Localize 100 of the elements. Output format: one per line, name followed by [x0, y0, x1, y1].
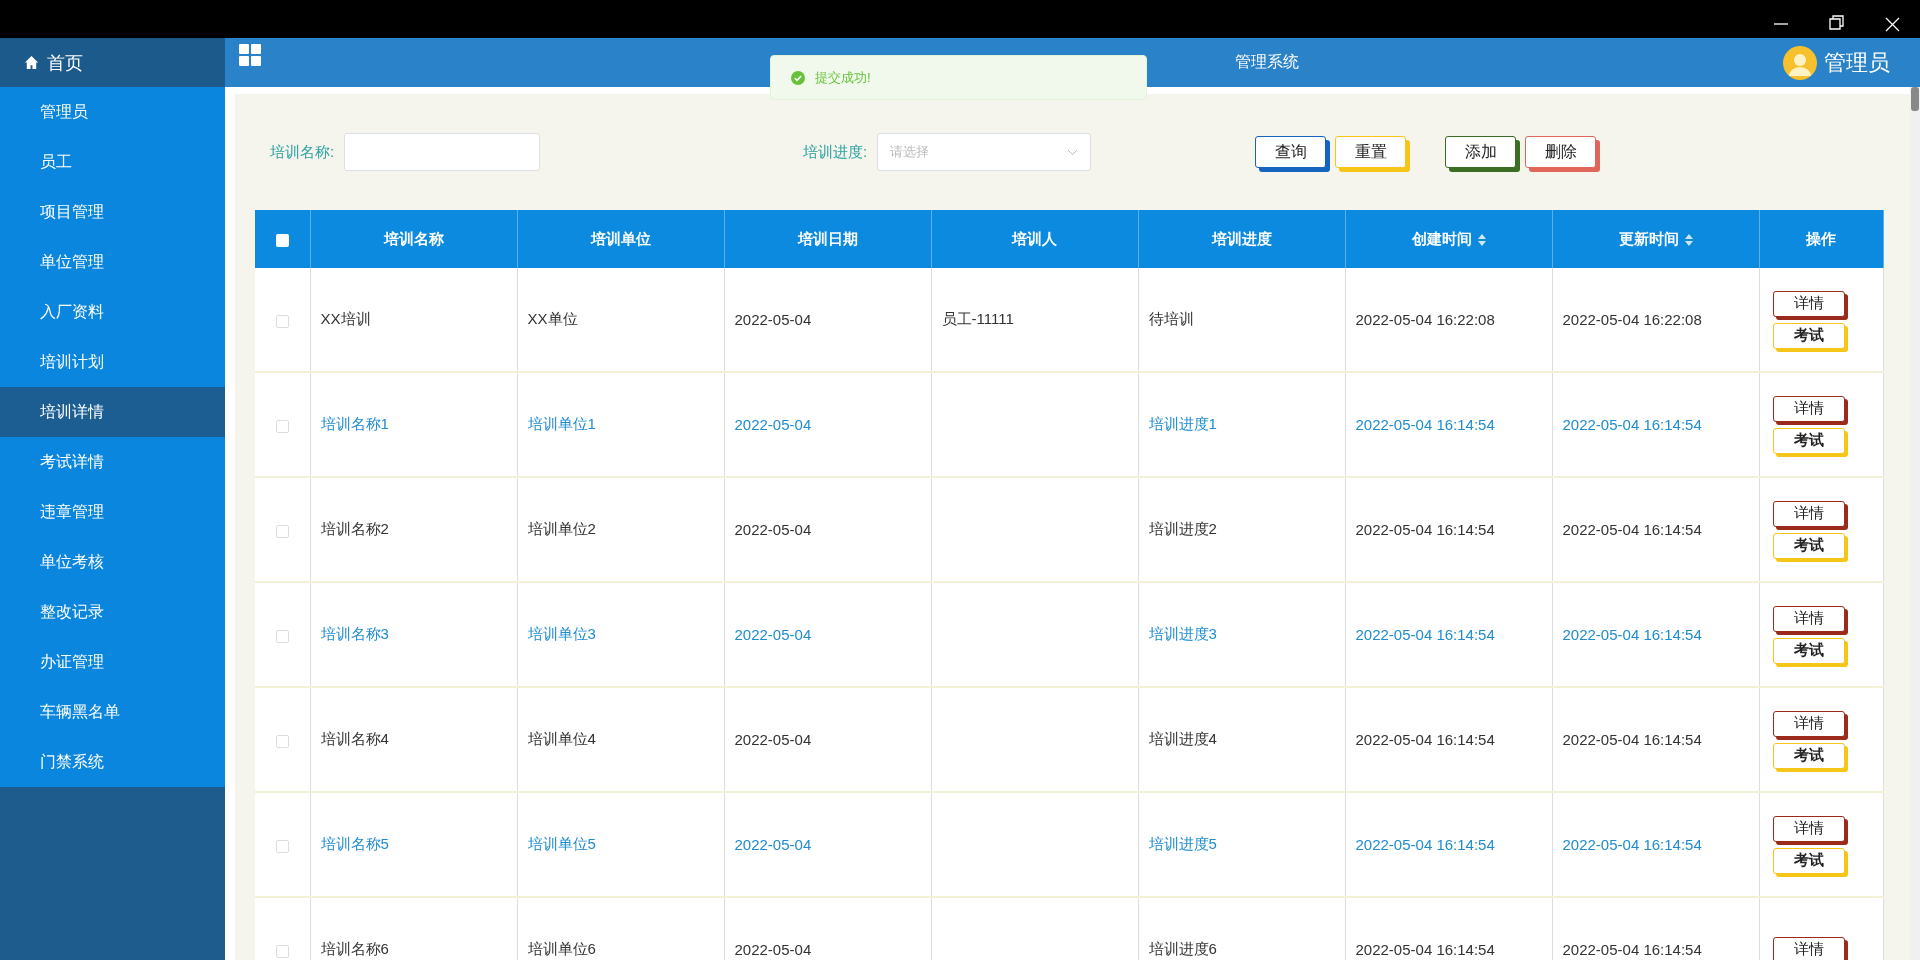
table-cell: 培训单位4 [517, 687, 724, 792]
details-button[interactable]: 详情 [1772, 395, 1845, 422]
check-circle-icon [791, 70, 805, 85]
details-button[interactable]: 详情 [1772, 290, 1845, 317]
table-cell: 2022-05-04 16:14:54 [1345, 792, 1552, 897]
table-cell: 2022-05-04 16:14:54 [1345, 582, 1552, 687]
sidebar-item[interactable]: 办证管理 [0, 637, 225, 687]
exam-button[interactable]: 考试 [1772, 532, 1845, 559]
user-name: 管理员 [1824, 48, 1890, 77]
table-cell: XX培训 [310, 268, 517, 372]
table-cell: 培训单位3 [517, 582, 724, 687]
table-cell: 培训名称6 [310, 897, 517, 960]
exam-button[interactable]: 考试 [1772, 847, 1845, 874]
table-cell: 培训进度3 [1138, 582, 1345, 687]
details-button[interactable]: 详情 [1772, 500, 1845, 527]
table-cell: 待培训 [1138, 268, 1345, 372]
row-checkbox[interactable] [275, 839, 289, 853]
table-cell: 2022-05-04 16:22:08 [1345, 268, 1552, 372]
table-cell: 2022-05-04 [724, 268, 931, 372]
column-header: 培训日期 [724, 210, 931, 268]
sidebar-item[interactable]: 管理员 [0, 87, 225, 137]
row-checkbox[interactable] [275, 314, 289, 328]
row-checkbox[interactable] [275, 734, 289, 748]
table-cell: 培训单位5 [517, 792, 724, 897]
sidebar-item[interactable]: 单位考核 [0, 537, 225, 587]
exam-button[interactable]: 考试 [1772, 742, 1845, 769]
sidebar-item[interactable]: 整改记录 [0, 587, 225, 637]
details-button[interactable]: 详情 [1772, 605, 1845, 632]
table-cell: 2022-05-04 [724, 897, 931, 960]
table-cell: 培训进度5 [1138, 792, 1345, 897]
column-header: 培训进度 [1138, 210, 1345, 268]
field-label: 培训名称: [270, 142, 335, 162]
column-header: 培训人 [931, 210, 1138, 268]
table-cell: 2022-05-04 [724, 372, 931, 477]
table-cell: 2022-05-04 16:14:54 [1345, 372, 1552, 477]
details-button[interactable]: 详情 [1772, 936, 1845, 960]
home-icon [24, 55, 39, 70]
sidebar-item[interactable]: 门禁系统 [0, 737, 225, 787]
details-button[interactable]: 详情 [1772, 815, 1845, 842]
table-cell: 培训进度4 [1138, 687, 1345, 792]
table-cell: 2022-05-04 16:14:54 [1552, 897, 1759, 960]
table-cell: 培训进度2 [1138, 477, 1345, 582]
sidebar-item[interactable]: 考试详情 [0, 437, 225, 487]
sidebar-item[interactable]: 车辆黑名单 [0, 687, 225, 737]
field-label: 培训进度: [803, 142, 868, 162]
select-all-checkbox[interactable] [275, 234, 289, 248]
table-cell: 培训名称3 [310, 582, 517, 687]
sidebar-item[interactable]: 违章管理 [0, 487, 225, 537]
chevron-down-icon [1067, 148, 1079, 156]
table-cell: 2022-05-04 [724, 582, 931, 687]
name-input-field[interactable] [344, 133, 541, 171]
table-cell: 培训进度1 [1138, 372, 1345, 477]
table-cell: 2022-05-04 [724, 687, 931, 792]
sidebar-item[interactable]: 项目管理 [0, 187, 225, 237]
row-checkbox[interactable] [275, 524, 289, 538]
exam-button[interactable]: 考试 [1772, 322, 1845, 349]
table-cell: 培训名称5 [310, 792, 517, 897]
table-cell: 培训名称4 [310, 687, 517, 792]
table-cell: 培训单位6 [517, 897, 724, 960]
table-cell: 2022-05-04 [724, 792, 931, 897]
table-cell: 培训单位1 [517, 372, 724, 477]
table-cell: 2022-05-04 16:14:54 [1345, 897, 1552, 960]
table-cell: 2022-05-04 16:14:54 [1552, 792, 1759, 897]
sort-icon[interactable] [1684, 233, 1693, 246]
table-cell: 2022-05-04 16:14:54 [1345, 687, 1552, 792]
table-cell: 2022-05-04 16:14:54 [1345, 477, 1552, 582]
avatar-icon [1782, 44, 1818, 81]
table-cell: 培训名称1 [310, 372, 517, 477]
table-cell: 员工-11111 [931, 268, 1138, 372]
column-header[interactable]: 创建时间 [1345, 210, 1552, 268]
table-cell: 2022-05-04 [724, 477, 931, 582]
sidebar-item[interactable]: 入厂资料 [0, 287, 225, 337]
table-cell: XX单位 [517, 268, 724, 372]
scrollbar[interactable] [1910, 87, 1920, 960]
row-checkbox[interactable] [275, 629, 289, 643]
table-cell: 培训单位2 [517, 477, 724, 582]
column-header: 培训名称 [310, 210, 517, 268]
row-checkbox[interactable] [275, 419, 289, 433]
table-cell: 2022-05-04 16:22:08 [1552, 268, 1759, 372]
column-header: 操作 [1759, 210, 1883, 268]
row-checkbox[interactable] [275, 944, 289, 958]
app-title: 管理系统 [1235, 52, 1299, 72]
table-cell: 2022-05-04 16:14:54 [1552, 582, 1759, 687]
sidebar-item[interactable]: 员工 [0, 137, 225, 187]
sidebar-item[interactable]: 培训详情 [0, 387, 225, 437]
table-cell: 2022-05-04 16:14:54 [1552, 372, 1759, 477]
column-header[interactable]: 更新时间 [1552, 210, 1759, 268]
table-cell: 2022-05-04 16:14:54 [1552, 477, 1759, 582]
sidebar-item[interactable]: 培训计划 [0, 337, 225, 387]
grid-icon[interactable] [239, 43, 261, 66]
sidebar-item[interactable]: 单位管理 [0, 237, 225, 287]
table-cell: 2022-05-04 16:14:54 [1552, 687, 1759, 792]
toast-message: 提交成功! [815, 68, 871, 87]
exam-button[interactable]: 考试 [1772, 427, 1845, 454]
column-header: 培训单位 [517, 210, 724, 268]
exam-button[interactable]: 考试 [1772, 637, 1845, 664]
details-button[interactable]: 详情 [1772, 710, 1845, 737]
table-cell: 培训名称2 [310, 477, 517, 582]
sort-icon[interactable] [1477, 233, 1486, 246]
table-cell: 培训进度6 [1138, 897, 1345, 960]
